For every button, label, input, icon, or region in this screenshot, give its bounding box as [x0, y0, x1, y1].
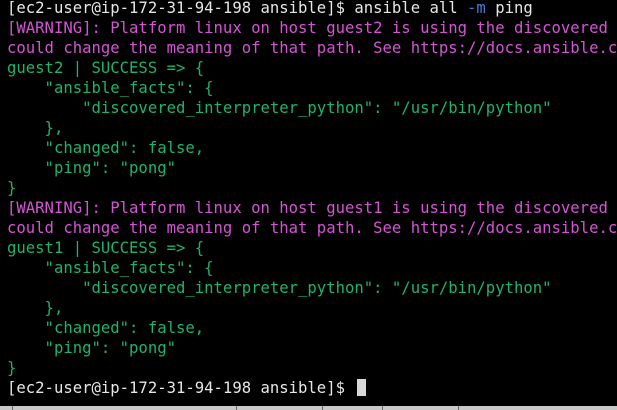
- terminal-line: }: [7, 358, 617, 378]
- terminal-line: guest2 | SUCCESS => {: [7, 58, 617, 78]
- terminal-text: [WARNING]: Platform linux on host guest2…: [7, 19, 608, 37]
- terminal-line: "discovered_interpreter_python": "/usr/b…: [7, 98, 617, 118]
- terminal-line: guest1 | SUCCESS => {: [7, 238, 617, 258]
- terminal-text: }: [7, 179, 17, 197]
- terminal-window[interactable]: [ec2-user@ip-172-31-94-198 ansible]$ ans…: [0, 0, 617, 410]
- terminal-text: "ansible_facts": {: [7, 79, 214, 97]
- status-bar-divider: [458, 406, 459, 410]
- terminal-text: "discovered_interpreter_python": "/usr/b…: [7, 279, 552, 297]
- prompt-line: [ec2-user@ip-172-31-94-198 ansible]$: [7, 378, 617, 398]
- terminal-text: guest1 | SUCCESS => {: [7, 239, 205, 257]
- terminal-line: "ansible_facts": {: [7, 78, 617, 98]
- terminal-line: "ansible_facts": {: [7, 258, 617, 278]
- terminal-text: ping: [485, 0, 533, 17]
- terminal-line: "ping": "pong": [7, 158, 617, 178]
- terminal-text: "discovered_interpreter_python": "/usr/b…: [7, 99, 552, 117]
- terminal-text: },: [7, 299, 64, 317]
- terminal-text: could change the meaning of that path. S…: [7, 219, 617, 237]
- text-cursor[interactable]: [357, 379, 367, 396]
- status-bar: [0, 406, 617, 410]
- terminal-text: [ec2-user@ip-172-31-94-198 ansible]$ ans…: [7, 0, 468, 17]
- terminal-text: -m: [467, 0, 486, 17]
- status-bar-divider: [12, 406, 13, 410]
- terminal-text: }: [7, 359, 17, 377]
- status-bar-divider: [236, 406, 237, 410]
- terminal-line: "discovered_interpreter_python": "/usr/b…: [7, 278, 617, 298]
- terminal-line: could change the meaning of that path. S…: [7, 38, 617, 58]
- status-bar-divider: [322, 406, 323, 410]
- terminal-output: [ec2-user@ip-172-31-94-198 ansible]$ ans…: [7, 0, 617, 398]
- terminal-line: [WARNING]: Platform linux on host guest2…: [7, 18, 617, 38]
- terminal-line: "changed": false,: [7, 318, 617, 338]
- terminal-text: guest2 | SUCCESS => {: [7, 59, 205, 77]
- status-bar-divider: [382, 406, 383, 410]
- terminal-text: "changed": false,: [7, 139, 205, 157]
- terminal-text: "ping": "pong": [7, 159, 176, 177]
- terminal-line: },: [7, 298, 617, 318]
- terminal-line: could change the meaning of that path. S…: [7, 218, 617, 238]
- terminal-text: [ec2-user@ip-172-31-94-198 ansible]$: [7, 379, 355, 397]
- terminal-line: [WARNING]: Platform linux on host guest1…: [7, 198, 617, 218]
- terminal-line: [ec2-user@ip-172-31-94-198 ansible]$ ans…: [7, 0, 617, 18]
- terminal-text: "ansible_facts": {: [7, 259, 214, 277]
- terminal-text: [WARNING]: Platform linux on host guest1…: [7, 199, 608, 217]
- terminal-text: could change the meaning of that path. S…: [7, 39, 617, 57]
- terminal-text: "ping": "pong": [7, 339, 176, 357]
- terminal-line: "changed": false,: [7, 138, 617, 158]
- terminal-text: "changed": false,: [7, 319, 205, 337]
- terminal-line: }: [7, 178, 617, 198]
- terminal-line: "ping": "pong": [7, 338, 617, 358]
- terminal-line: },: [7, 118, 617, 138]
- terminal-text: },: [7, 119, 64, 137]
